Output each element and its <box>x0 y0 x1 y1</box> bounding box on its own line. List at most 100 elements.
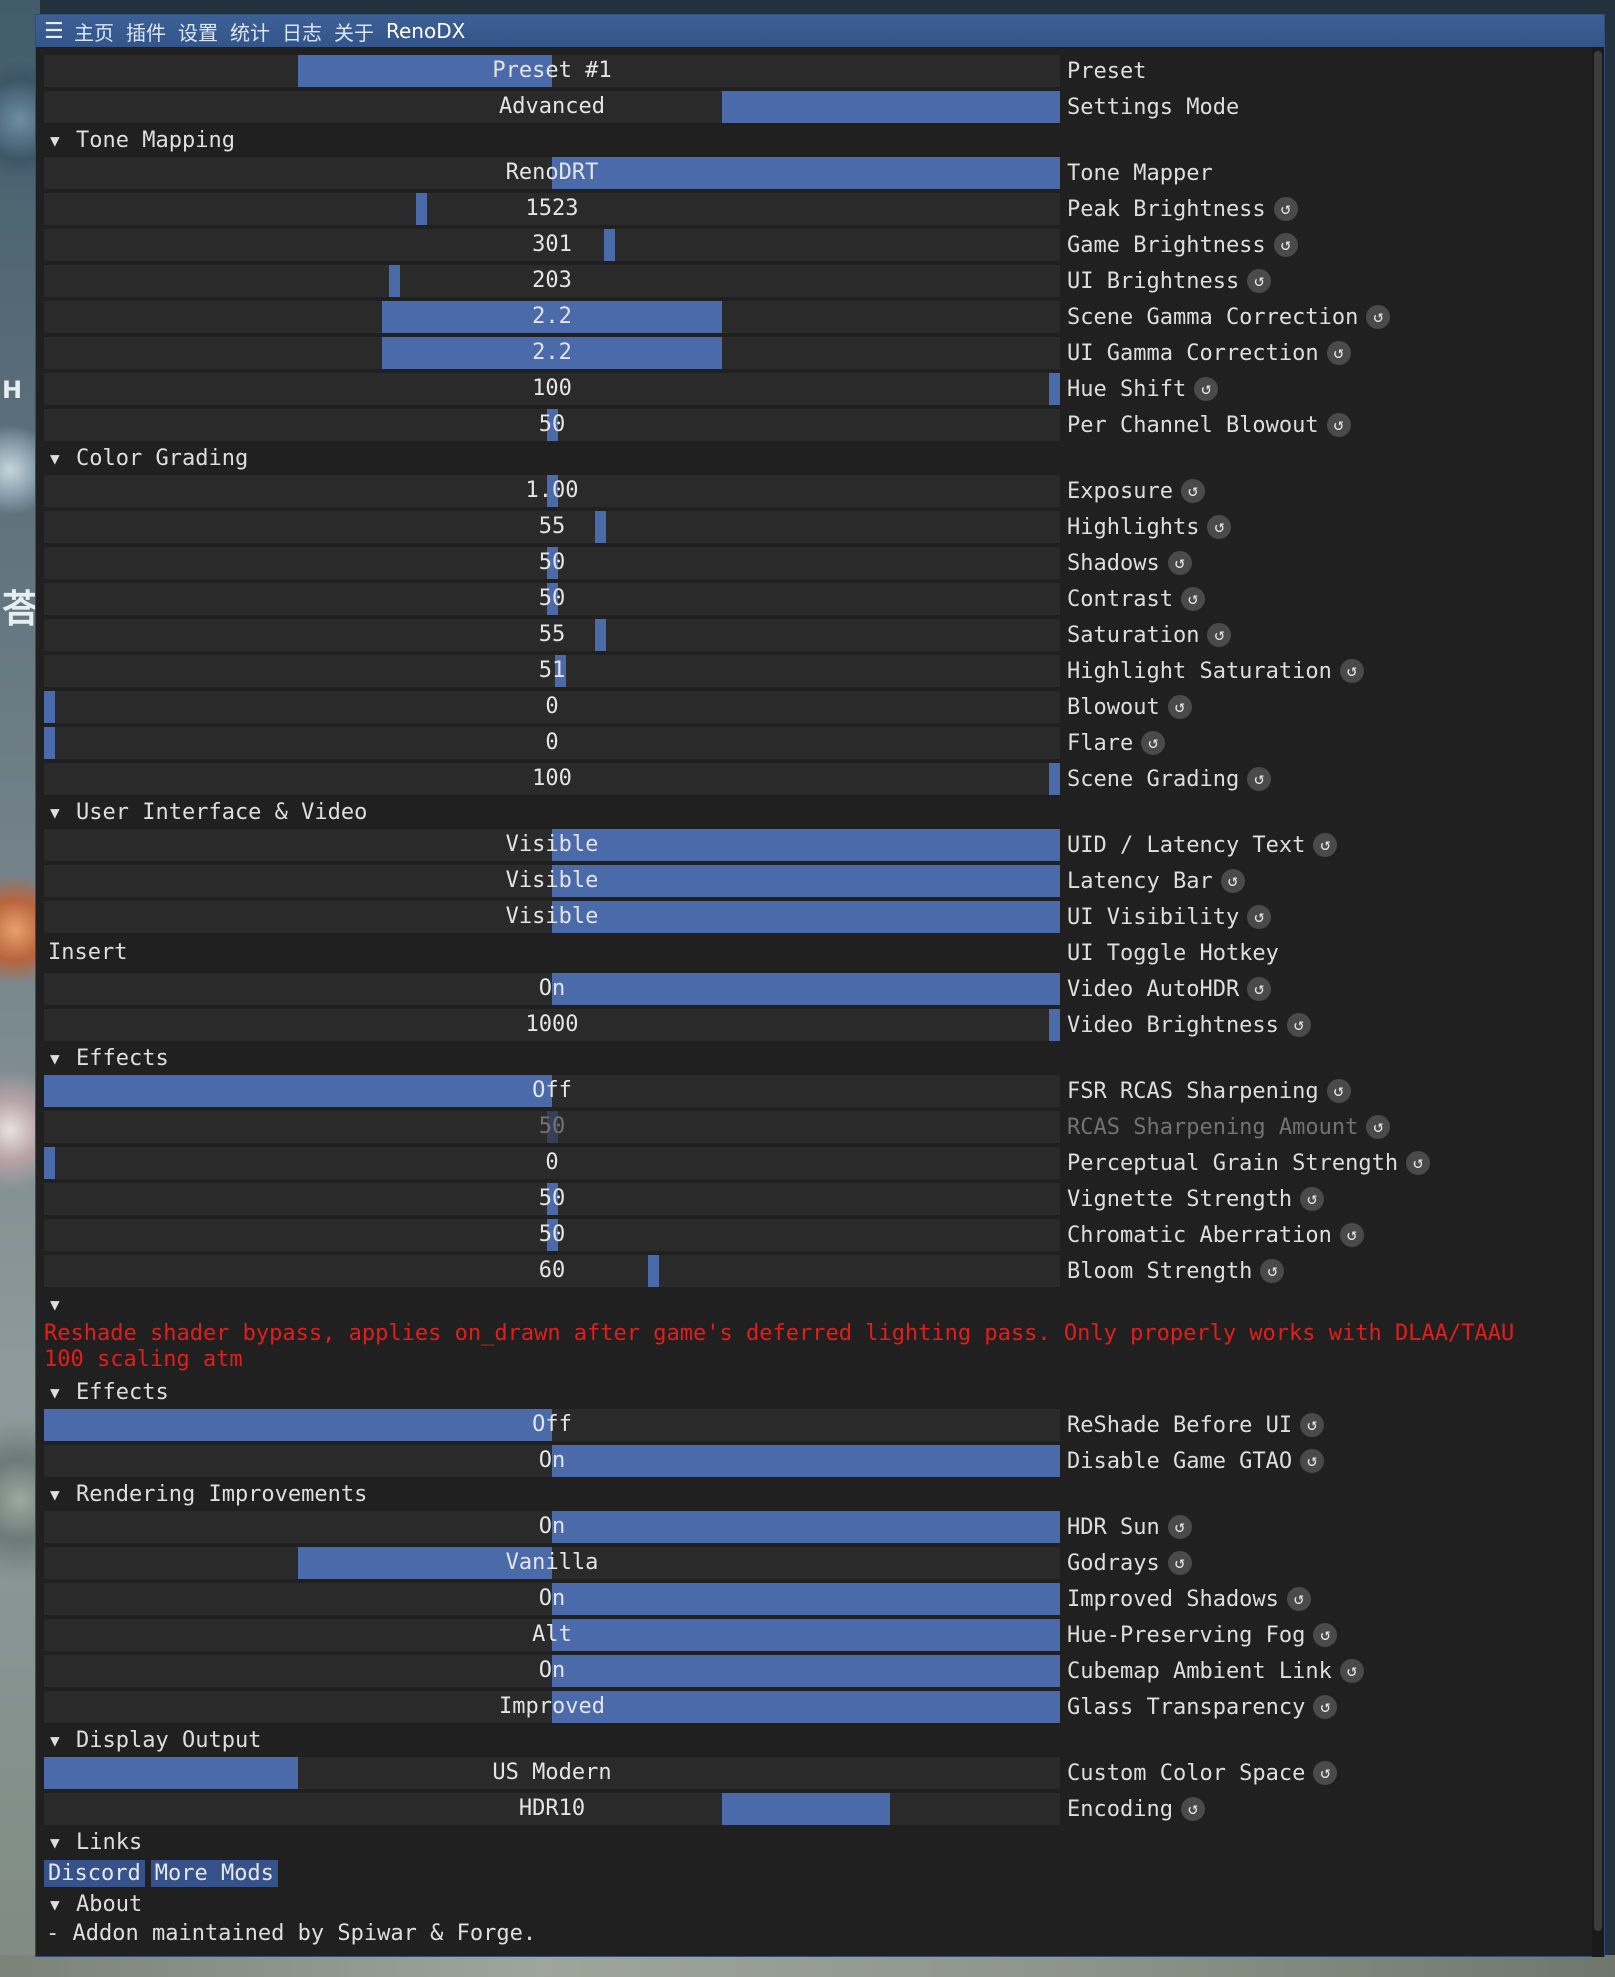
reset-icon[interactable]: ↺ <box>1180 479 1205 503</box>
slider-vignette-strength[interactable]: 50 <box>44 1183 1060 1215</box>
slider-perceptual-grain-strength[interactable]: 0 <box>44 1147 1060 1179</box>
selector-encoding[interactable]: HDR10 <box>44 1793 1060 1825</box>
selector-improved-shadows[interactable]: On <box>44 1583 1060 1615</box>
reset-icon[interactable]: ↺ <box>1180 1797 1205 1821</box>
reset-icon[interactable]: ↺ <box>1247 767 1272 791</box>
menu-item-home[interactable]: 主页 <box>74 17 114 46</box>
selector-disable-game-gtao[interactable]: On <box>44 1445 1060 1477</box>
selector-reshade-before-ui[interactable]: Off <box>44 1409 1060 1441</box>
section-effects[interactable]: ▼ Effects <box>44 1043 1584 1073</box>
reset-icon[interactable]: ↺ <box>1167 551 1192 575</box>
reset-icon[interactable]: ↺ <box>1300 1187 1325 1211</box>
selector-hdr-sun[interactable]: On <box>44 1511 1060 1543</box>
slider-highlights[interactable]: 55 <box>44 511 1060 543</box>
reset-icon[interactable]: ↺ <box>1273 233 1298 257</box>
section-unnamed[interactable]: ▼ <box>44 1289 1584 1319</box>
reset-icon[interactable]: ↺ <box>1220 869 1245 893</box>
reset-icon[interactable]: ↺ <box>1286 1587 1311 1611</box>
reset-icon[interactable]: ↺ <box>1180 587 1205 611</box>
more-mods-button[interactable]: More Mods <box>150 1859 278 1887</box>
selector-hue-preserving-fog[interactable]: Alt <box>44 1619 1060 1651</box>
slider-shadows[interactable]: 50 <box>44 547 1060 579</box>
selector-ui-gamma-correction[interactable]: 2.2 <box>44 337 1060 369</box>
reset-icon[interactable]: ↺ <box>1273 197 1298 221</box>
slider-chromatic-aberration[interactable]: 50 <box>44 1219 1060 1251</box>
section-rendering[interactable]: ▼ Rendering Improvements <box>44 1479 1584 1509</box>
reset-icon[interactable]: ↺ <box>1313 1695 1338 1719</box>
reset-icon[interactable]: ↺ <box>1339 1659 1364 1683</box>
selector-cubemap-ambient-link[interactable]: On <box>44 1655 1060 1687</box>
reset-icon[interactable]: ↺ <box>1247 977 1272 1001</box>
section-tone-mapping[interactable]: ▼ Tone Mapping <box>44 125 1584 155</box>
slider-game-brightness[interactable]: 301 <box>44 229 1060 261</box>
reset-icon[interactable]: ↺ <box>1313 833 1338 857</box>
reset-icon[interactable]: ↺ <box>1247 905 1272 929</box>
slider-saturation[interactable]: 55 <box>44 619 1060 651</box>
reset-icon[interactable]: ↺ <box>1326 1079 1351 1103</box>
slider-ui-brightness[interactable]: 203 <box>44 265 1060 297</box>
menu-item-settings[interactable]: 设置 <box>178 17 218 46</box>
reset-icon[interactable]: ↺ <box>1339 1223 1364 1247</box>
reset-icon[interactable]: ↺ <box>1406 1151 1431 1175</box>
reset-icon[interactable]: ↺ <box>1247 269 1272 293</box>
selector-scene-gamma-correction[interactable]: 2.2 <box>44 301 1060 333</box>
section-ui-video[interactable]: ▼ User Interface & Video <box>44 797 1584 827</box>
slider-video-brightness[interactable]: 1000 <box>44 1009 1060 1041</box>
section-color-grading[interactable]: ▼ Color Grading <box>44 443 1584 473</box>
scrollbar[interactable] <box>1592 47 1604 1957</box>
section-about[interactable]: ▼ About <box>44 1889 1584 1919</box>
menu-item-statistics[interactable]: 统计 <box>230 17 270 46</box>
reset-icon[interactable]: ↺ <box>1167 695 1192 719</box>
selector-video-autohdr[interactable]: On <box>44 973 1060 1005</box>
selector-latency-bar[interactable]: Visible <box>44 865 1060 897</box>
selector-ui-visibility[interactable]: Visible <box>44 901 1060 933</box>
reset-icon[interactable]: ↺ <box>1300 1449 1325 1473</box>
reset-icon[interactable]: ↺ <box>1313 1623 1338 1647</box>
reset-icon[interactable]: ↺ <box>1366 1115 1391 1139</box>
slider-rcas-sharpening-amount[interactable]: 50 <box>44 1111 1060 1143</box>
reset-icon[interactable]: ↺ <box>1366 305 1391 329</box>
slider-blowout[interactable]: 0 <box>44 691 1060 723</box>
reset-icon[interactable]: ↺ <box>1313 1761 1338 1785</box>
section-effects-2[interactable]: ▼ Effects <box>44 1377 1584 1407</box>
reset-icon[interactable]: ↺ <box>1326 413 1351 437</box>
section-display-output[interactable]: ▼ Display Output <box>44 1725 1584 1755</box>
menu-item-renodx[interactable]: RenoDX <box>386 19 465 43</box>
selector-glass-transparency[interactable]: Improved <box>44 1691 1060 1723</box>
reset-icon[interactable]: ↺ <box>1167 1515 1192 1539</box>
reset-icon[interactable]: ↺ <box>1141 731 1166 755</box>
reset-icon[interactable]: ↺ <box>1339 659 1364 683</box>
slider-exposure[interactable]: 1.00 <box>44 475 1060 507</box>
reset-icon[interactable]: ↺ <box>1260 1259 1285 1283</box>
selector-preset[interactable]: Preset #1 <box>44 55 1060 87</box>
reset-icon[interactable]: ↺ <box>1167 1551 1192 1575</box>
selector-custom-color-space[interactable]: US Modern <box>44 1757 1060 1789</box>
slider-per-channel-blowout[interactable]: 50 <box>44 409 1060 441</box>
section-links[interactable]: ▼ Links <box>44 1827 1584 1857</box>
menu-item-about[interactable]: 关于 <box>334 17 374 46</box>
scrollbar-thumb[interactable] <box>1594 51 1602 1931</box>
slider-scene-grading[interactable]: 100 <box>44 763 1060 795</box>
selector-uid-latency-text[interactable]: Visible <box>44 829 1060 861</box>
selector-tone-mapper[interactable]: RenoDRT <box>44 157 1060 189</box>
reset-icon[interactable]: ↺ <box>1300 1413 1325 1437</box>
menu-icon[interactable]: ☰ <box>44 19 64 44</box>
reset-icon[interactable]: ↺ <box>1286 1013 1311 1037</box>
reset-icon[interactable]: ↺ <box>1207 623 1232 647</box>
slider-peak-brightness[interactable]: 1523 <box>44 193 1060 225</box>
selector-godrays[interactable]: Vanilla <box>44 1547 1060 1579</box>
discord-button[interactable]: Discord <box>44 1859 145 1887</box>
slider-flare[interactable]: 0 <box>44 727 1060 759</box>
slider-bloom-strength[interactable]: 60 <box>44 1255 1060 1287</box>
reset-icon[interactable]: ↺ <box>1194 377 1219 401</box>
menu-item-addons[interactable]: 插件 <box>126 17 166 46</box>
selector-fsr-rcas-sharpening[interactable]: Off <box>44 1075 1060 1107</box>
slider-contrast[interactable]: 50 <box>44 583 1060 615</box>
selector-settings-mode[interactable]: Advanced <box>44 91 1060 123</box>
menu-item-log[interactable]: 日志 <box>282 17 322 46</box>
reset-icon[interactable]: ↺ <box>1207 515 1232 539</box>
hotkey-input[interactable]: Insert <box>44 937 1060 969</box>
slider-hue-shift[interactable]: 100 <box>44 373 1060 405</box>
slider-highlight-saturation[interactable]: 51 <box>44 655 1060 687</box>
reset-icon[interactable]: ↺ <box>1326 341 1351 365</box>
